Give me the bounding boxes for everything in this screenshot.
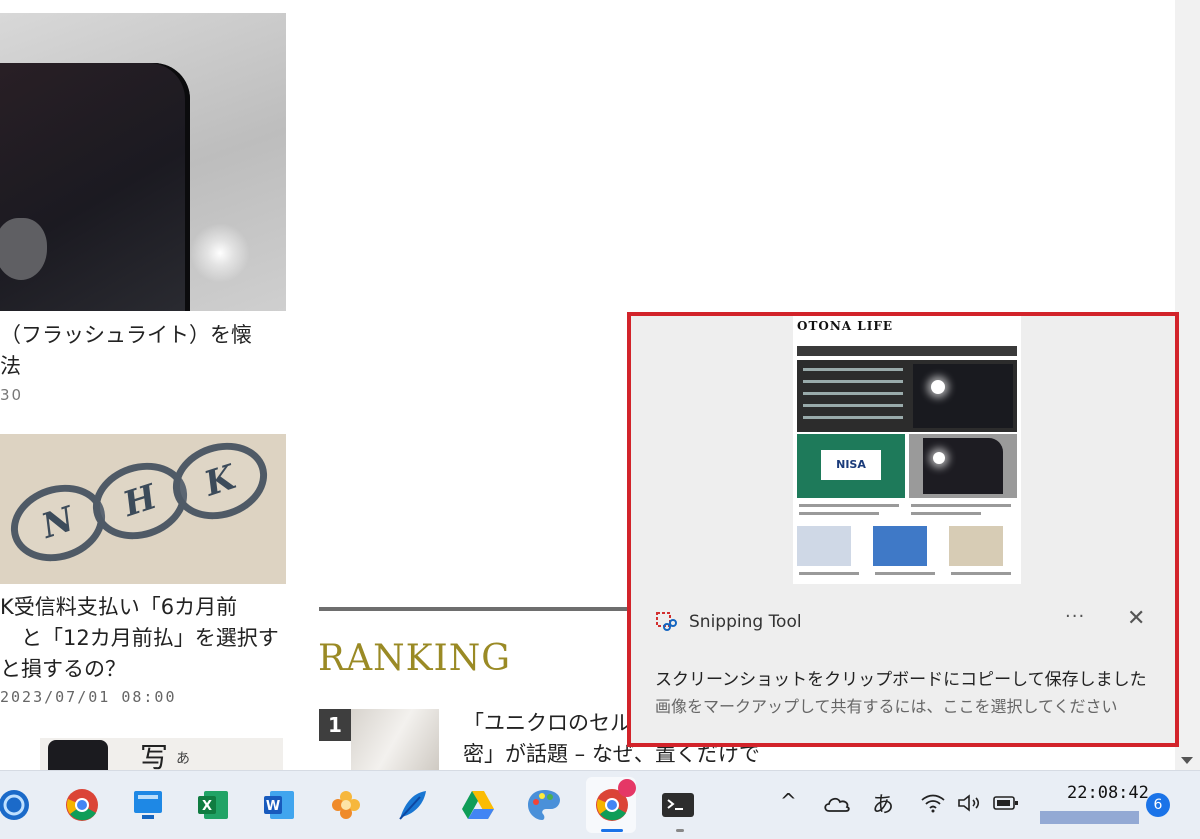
preview-small-image — [949, 526, 1003, 566]
active-app-indicator — [601, 829, 623, 832]
thumbnail-kana: あ — [176, 751, 190, 767]
feather-app-icon[interactable] — [394, 787, 430, 823]
notification-app-name: Snipping Tool — [689, 612, 802, 632]
article-thumbnail-iphone[interactable] — [0, 13, 286, 311]
photos-app-icon[interactable] — [328, 787, 364, 823]
profile-badge-icon — [618, 779, 636, 797]
ranking-divider — [319, 607, 629, 611]
snipping-tool-icon — [656, 612, 677, 631]
preview-site-logo: OTONA LIFE — [797, 319, 894, 333]
preview-text-line — [911, 512, 981, 515]
desktop-app-icon[interactable] — [130, 787, 166, 823]
running-app-indicator — [676, 829, 684, 832]
preview-text-line — [875, 572, 935, 575]
article-date: 2023/07/01 08:00 — [0, 688, 177, 706]
preview-text-line — [911, 504, 1011, 507]
onedrive-cloud-icon[interactable] — [822, 793, 852, 813]
preview-text-line — [799, 512, 879, 515]
chrome-icon[interactable] — [64, 787, 100, 823]
phone-image — [48, 740, 108, 770]
preview-nav-bar — [797, 346, 1017, 356]
article-title[interactable]: （フラッシュライト）を懐 法 — [0, 320, 290, 382]
ranking-heading: RANKING — [318, 638, 511, 679]
flash-glow — [190, 223, 250, 283]
network-app-icon[interactable] — [0, 787, 36, 823]
preview-text-line — [799, 504, 899, 507]
article-thumbnail-nhk[interactable]: N H K — [0, 434, 286, 584]
rank-number: 1 — [319, 709, 351, 741]
google-drive-icon[interactable] — [460, 787, 496, 823]
clock-date-redacted — [1040, 811, 1139, 824]
excel-icon[interactable]: X — [196, 787, 232, 823]
ranking-thumbnail[interactable] — [351, 709, 439, 770]
paint-icon[interactable] — [526, 787, 562, 823]
battery-icon[interactable] — [992, 795, 1020, 811]
preview-phone-image — [909, 434, 1017, 498]
screenshot-preview[interactable]: OTONA LIFE NISA — [793, 316, 1021, 584]
preview-featured — [797, 360, 1017, 432]
notification-subtitle: 画像をマークアップして共有するには、ここを選択してください — [655, 697, 1118, 716]
svg-text:W: W — [266, 799, 280, 814]
scroll-down-arrow-icon[interactable] — [1181, 757, 1193, 764]
article-thumbnail[interactable]: 写 あ — [40, 738, 283, 770]
taskbar: X W ^ あ 22:08:42 6 — [0, 770, 1200, 839]
notification-title: スクリーンショットをクリップボードにコピーして保存しました — [655, 670, 1147, 690]
volume-icon[interactable] — [956, 793, 982, 813]
article-title[interactable]: K受信料支払い「6カ月前 と「12カ月前払」を選択す と損するの？ — [0, 592, 290, 685]
preview-small-image — [797, 526, 851, 566]
ime-indicator[interactable]: あ — [872, 787, 894, 819]
preview-small-image — [873, 526, 927, 566]
more-options-icon[interactable]: ··· — [1065, 606, 1085, 627]
preview-text-line — [951, 572, 1011, 575]
notification-count-badge[interactable]: 6 — [1146, 793, 1170, 817]
wifi-icon[interactable] — [920, 793, 946, 813]
terminal-icon[interactable] — [660, 787, 696, 823]
preview-text-line — [799, 572, 859, 575]
article-date: 30 — [0, 386, 24, 404]
thumbnail-kanji: 写 — [140, 741, 169, 770]
svg-text:X: X — [202, 799, 212, 814]
word-icon[interactable]: W — [262, 787, 298, 823]
show-hidden-icons-chevron-icon[interactable]: ^ — [780, 789, 797, 813]
clock-time[interactable]: 22:08:42 — [1067, 783, 1149, 803]
snipping-tool-notification[interactable]: OTONA LIFE NISA Snipping Tool ··· ✕ スクリー… — [627, 312, 1179, 747]
preview-nisa-card: NISA — [821, 450, 881, 480]
nhk-logo-icon: K — [162, 434, 278, 532]
close-icon[interactable]: ✕ — [1127, 606, 1145, 631]
preview-nisa-image: NISA — [797, 434, 905, 498]
